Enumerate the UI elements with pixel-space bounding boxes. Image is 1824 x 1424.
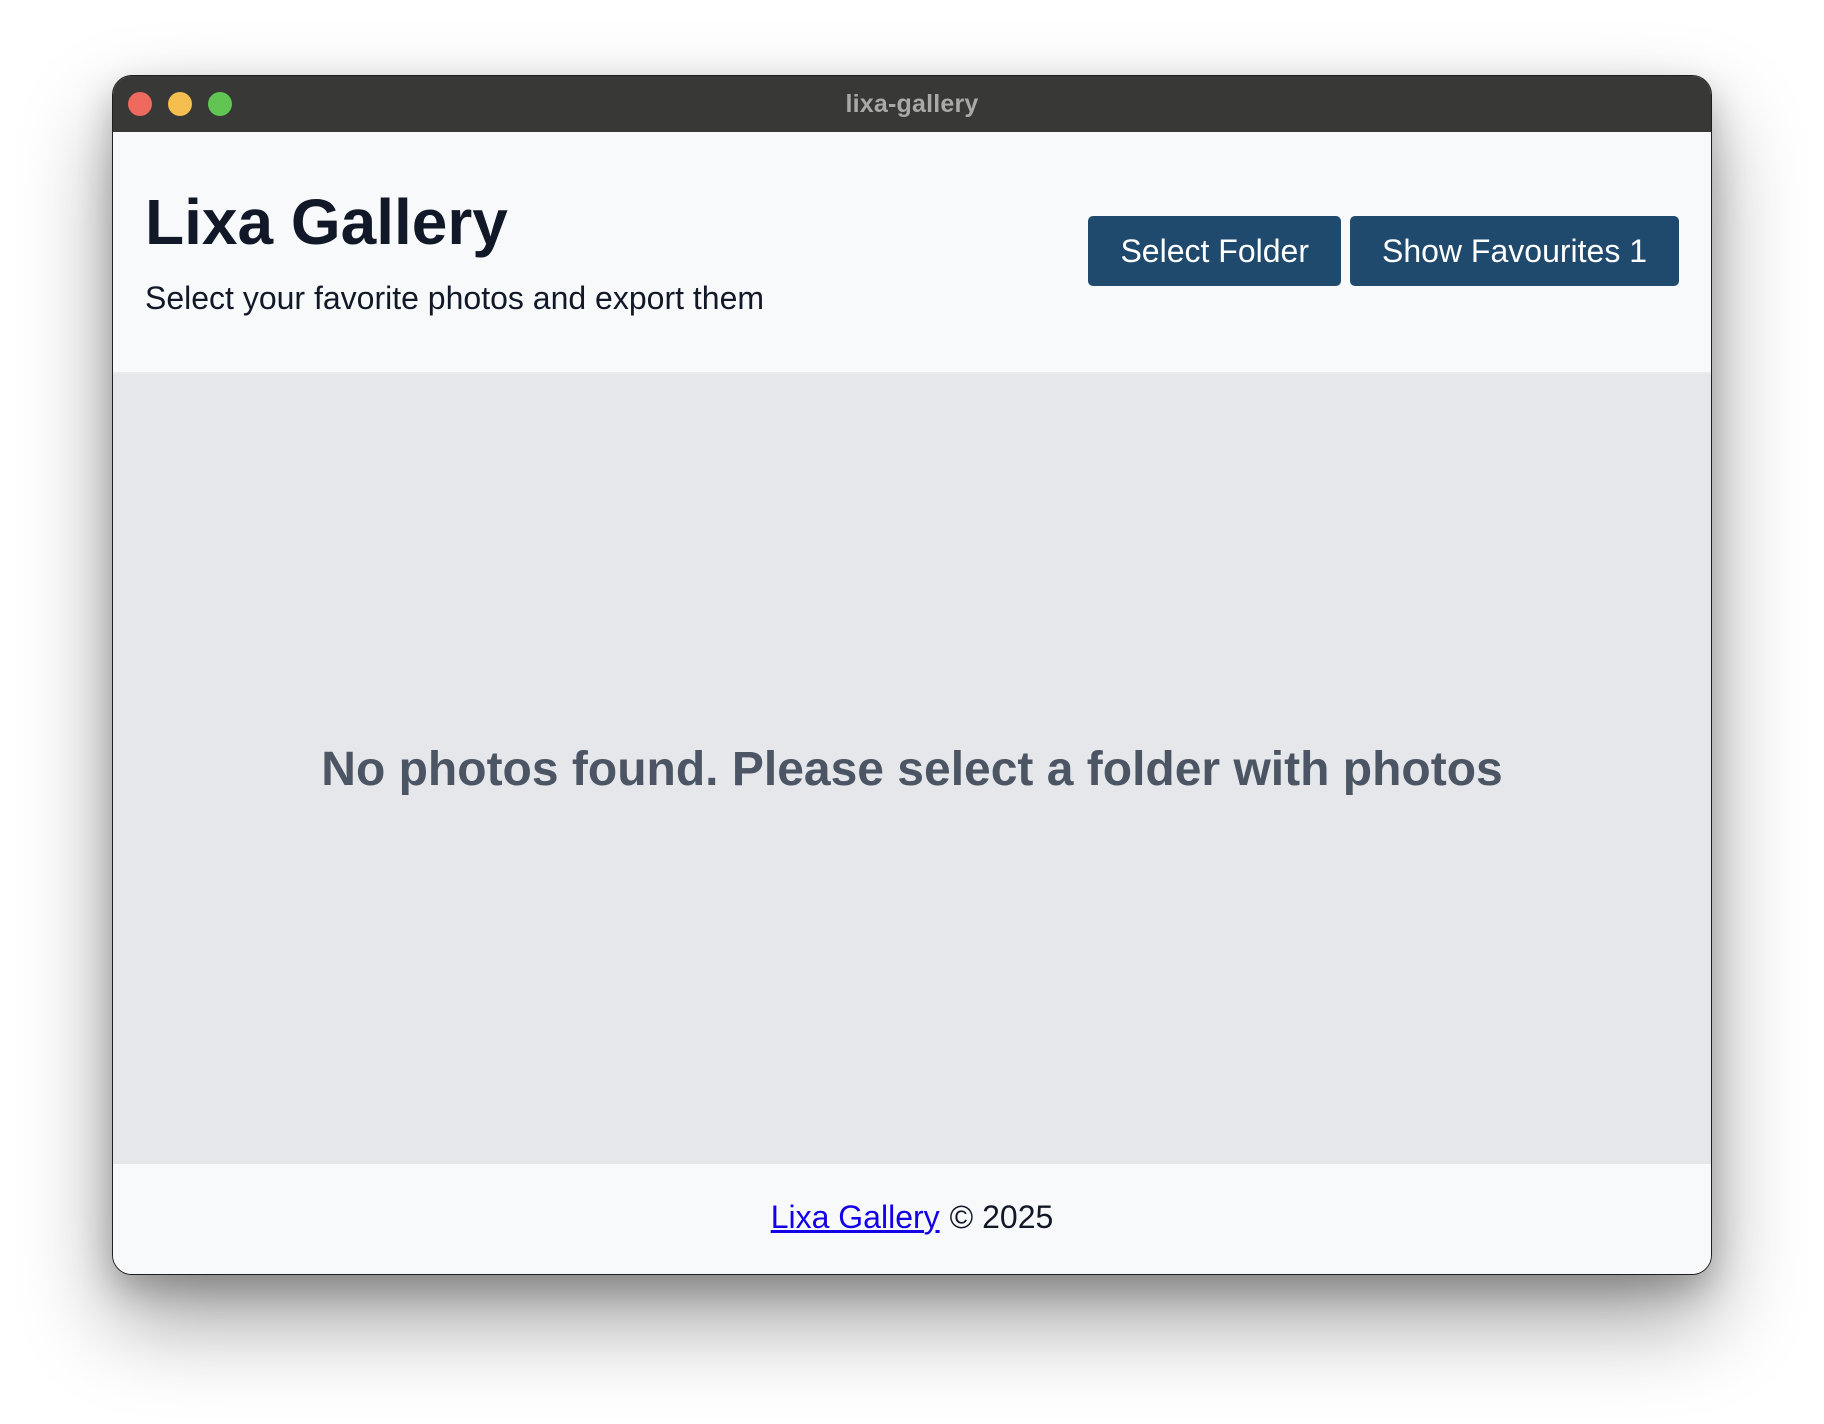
empty-state-message: No photos found. Please select a folder … xyxy=(321,742,1503,796)
app-header: Lixa Gallery Select your favorite photos… xyxy=(113,132,1711,374)
footer-copyright: © 2025 xyxy=(949,1198,1054,1235)
window-title: lixa-gallery xyxy=(845,89,979,118)
page-title: Lixa Gallery xyxy=(145,186,508,258)
app-footer: Lixa Gallery © 2025 xyxy=(113,1164,1711,1274)
window-controls xyxy=(128,92,232,116)
show-favourites-button[interactable]: Show Favourites 1 xyxy=(1349,216,1679,286)
select-folder-button[interactable]: Select Folder xyxy=(1088,216,1341,286)
desktop-background: lixa-gallery Lixa Gallery Select your fa… xyxy=(0,0,1824,1424)
close-window-button[interactable] xyxy=(128,92,152,116)
gallery-area: No photos found. Please select a folder … xyxy=(113,374,1711,1164)
page-subtitle: Select your favorite photos and export t… xyxy=(145,280,765,316)
app-window: lixa-gallery Lixa Gallery Select your fa… xyxy=(112,75,1712,1275)
footer-link[interactable]: Lixa Gallery xyxy=(771,1199,940,1236)
header-actions: Select Folder Show Favourites 1 xyxy=(1088,216,1679,286)
window-titlebar[interactable]: lixa-gallery xyxy=(113,76,1711,132)
maximize-window-button[interactable] xyxy=(208,92,232,116)
minimize-window-button[interactable] xyxy=(168,92,192,116)
